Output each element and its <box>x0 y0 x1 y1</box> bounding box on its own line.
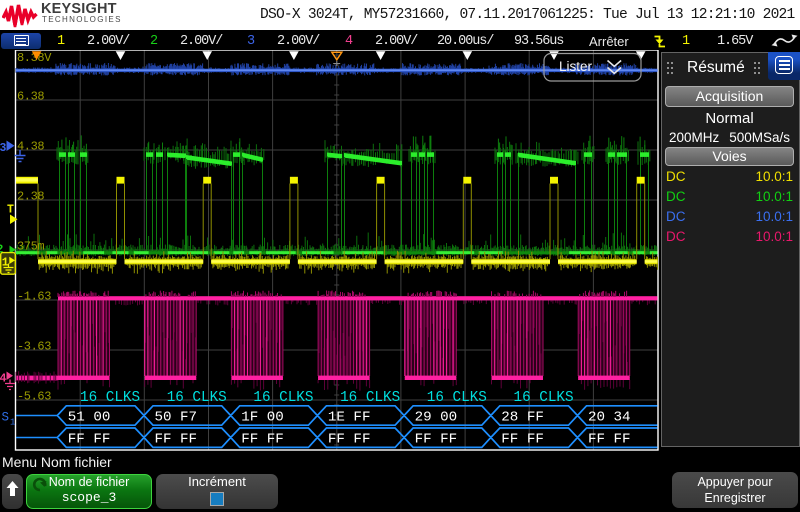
svg-text:1E FF: 1E FF <box>328 410 371 426</box>
svg-text:T: T <box>7 204 14 217</box>
svg-text:FF FF: FF FF <box>415 432 458 448</box>
svg-text:-5.63: -5.63 <box>17 389 51 403</box>
svg-text:20 34: 20 34 <box>588 410 631 426</box>
svg-text:6.38: 6.38 <box>17 89 44 103</box>
svg-text:16 CLKS: 16 CLKS <box>167 390 227 406</box>
svg-text:FF FF: FF FF <box>588 432 631 448</box>
svg-text:FF FF: FF FF <box>328 432 371 448</box>
svg-text:FF FF: FF FF <box>155 432 198 448</box>
svg-text:FF FF: FF FF <box>501 432 544 448</box>
svg-text:16 CLKS: 16 CLKS <box>253 390 313 406</box>
svg-text:29 00: 29 00 <box>415 410 458 426</box>
svg-text:1F 00: 1F 00 <box>241 410 284 426</box>
svg-text:16 CLKS: 16 CLKS <box>514 390 574 406</box>
svg-text:4.38: 4.38 <box>17 139 44 153</box>
svg-text:2.38: 2.38 <box>17 189 44 203</box>
svg-text:3: 3 <box>0 142 7 155</box>
svg-text:28 FF: 28 FF <box>501 410 544 426</box>
svg-text:1: 1 <box>10 418 15 428</box>
svg-text:FF FF: FF FF <box>68 432 111 448</box>
svg-text:50 F7: 50 F7 <box>155 410 198 426</box>
svg-text:-3.63: -3.63 <box>17 339 51 353</box>
svg-text:FF FF: FF FF <box>241 432 284 448</box>
svg-text:51 00: 51 00 <box>68 410 111 426</box>
svg-text:-1.63: -1.63 <box>17 289 51 303</box>
svg-text:16 CLKS: 16 CLKS <box>340 390 400 406</box>
svg-text:Lister: Lister <box>559 59 593 74</box>
svg-text:S: S <box>2 411 10 425</box>
svg-text:16 CLKS: 16 CLKS <box>427 390 487 406</box>
svg-text:16 CLKS: 16 CLKS <box>80 390 140 406</box>
svg-text:375m: 375m <box>17 239 44 253</box>
